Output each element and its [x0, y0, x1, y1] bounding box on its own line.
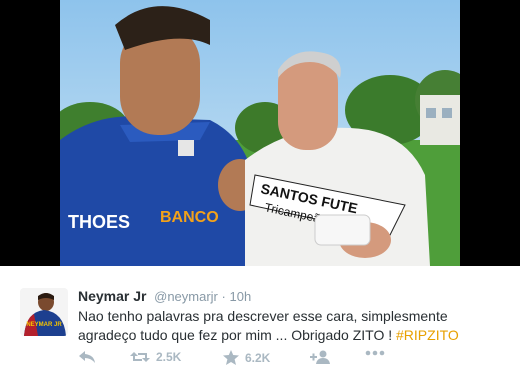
meta-separator: · [221, 289, 226, 304]
tweet-text: Nao tenho palavras pra descrever esse ca… [78, 307, 498, 345]
star-icon [223, 350, 239, 365]
retweet-count: 2.5K [156, 350, 182, 364]
tweet[interactable]: NEYMAR JR Neymar Jr @neymarjr · 10h Nao … [0, 266, 520, 391]
tweet-text-line-2: agradeço tudo que fez por mim ... Obriga… [78, 327, 397, 343]
retweet-button[interactable]: 2.5K [130, 350, 181, 364]
retweet-icon [130, 352, 150, 362]
more-button[interactable] [365, 350, 385, 356]
display-name[interactable]: Neymar Jr [78, 288, 147, 304]
favorite-count: 6.2K [245, 350, 271, 365]
hashtag-link[interactable]: #RIPZITO [396, 327, 459, 343]
tweet-text-line-1: Nao tenho palavras pra descrever esse ca… [78, 308, 448, 324]
reply-button[interactable] [78, 350, 96, 364]
favorite-button[interactable]: 6.2K [223, 350, 270, 365]
tweet-photo[interactable]: THOES BANCO SANTOS FUTE Tricampeão [60, 0, 460, 266]
tweet-actions: 2.5K 6.2K [78, 350, 408, 370]
reply-icon [79, 351, 95, 363]
tweet-timestamp[interactable]: 10h [229, 289, 251, 304]
avatar[interactable]: NEYMAR JR [20, 288, 68, 336]
follow-icon [310, 350, 330, 364]
jersey-bank-text: BANCO [160, 209, 219, 226]
follow-button[interactable] [310, 350, 332, 364]
user-handle[interactable]: @neymarjr [154, 289, 218, 304]
tweet-media[interactable]: THOES BANCO SANTOS FUTE Tricampeão [0, 0, 520, 266]
jersey-sponsor-text: THOES [68, 212, 130, 232]
more-icon [365, 350, 385, 356]
tweet-header: Neymar Jr @neymarjr · 10h [78, 288, 251, 304]
avatar-image: NEYMAR JR [20, 288, 68, 336]
avatar-label: NEYMAR JR [26, 322, 62, 328]
